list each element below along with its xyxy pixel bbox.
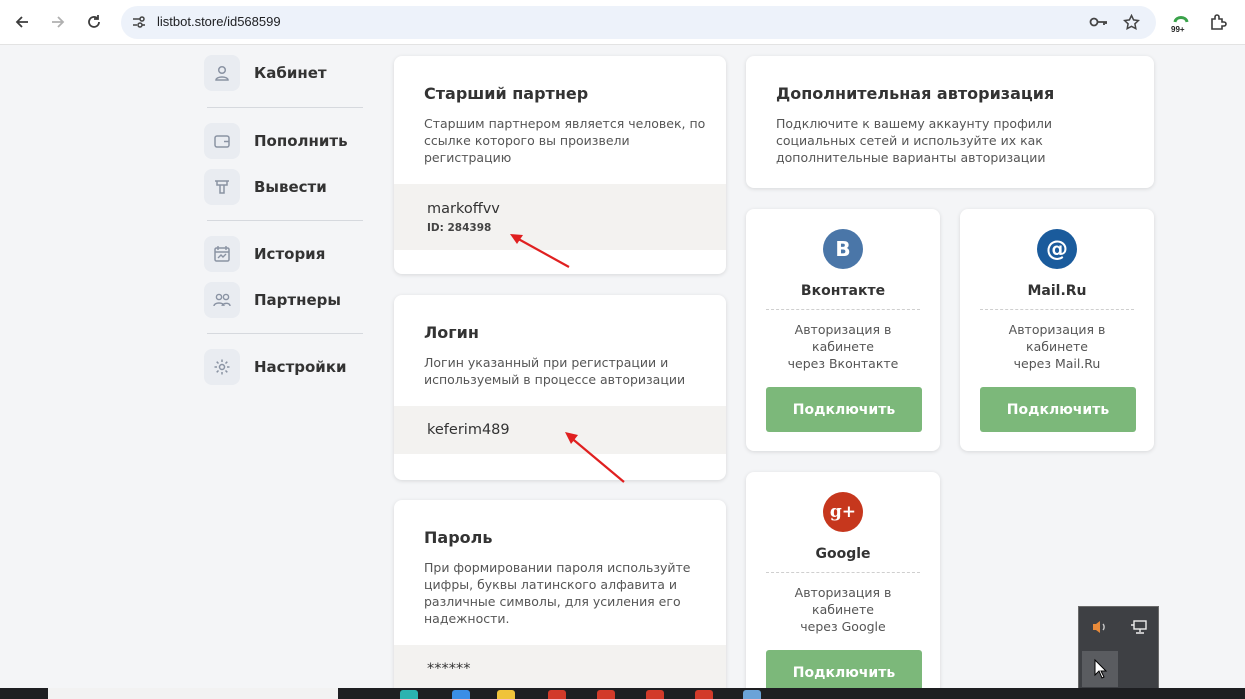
sidebar-item-label: Партнеры: [254, 291, 341, 309]
extension-button[interactable]: 99+: [1169, 12, 1193, 38]
taskbar-app-icon[interactable]: [548, 690, 566, 699]
social-description: Авторизация в кабинете через Google: [794, 585, 892, 634]
sidebar-item-label: Кабинет: [254, 64, 327, 82]
wallet-icon: [204, 123, 240, 159]
google-plus-logo-icon: g+: [823, 492, 863, 532]
tray-app-icon[interactable]: [1082, 651, 1118, 687]
bookmark-star-icon[interactable]: [1123, 14, 1140, 31]
sidebar-item-label: История: [254, 245, 326, 263]
vk-auth-card: B Вконтакте Авторизация в кабинете через В…: [746, 209, 940, 451]
gear-icon: [204, 349, 240, 385]
extension-badge-count: 99+: [1171, 25, 1185, 34]
separator: [766, 309, 920, 310]
card-title: Дополнительная авторизация: [776, 84, 1055, 103]
taskbar-search-box[interactable]: [48, 688, 338, 699]
separator: [766, 572, 920, 573]
reload-icon: [88, 15, 100, 28]
forward-button[interactable]: [47, 11, 69, 33]
back-button[interactable]: [11, 11, 33, 33]
taskbar-app-icon[interactable]: [646, 690, 664, 699]
network-icon[interactable]: [1121, 609, 1157, 645]
sidebar-divider: [207, 220, 363, 221]
arrow-left-icon: [15, 16, 28, 28]
browser-toolbar: listbot.store/id568599 99+: [0, 0, 1245, 45]
card-description: Логин указанный при регистрации и исполь…: [424, 355, 686, 387]
password-card: Пароль При формировании пароля используй…: [394, 500, 726, 699]
annotation-arrow: [510, 234, 570, 268]
social-name: Mail.Ru: [1027, 283, 1087, 299]
user-icon: [204, 55, 240, 91]
connect-mailru-button[interactable]: Подключить: [980, 387, 1136, 432]
taskbar-app-icon[interactable]: [452, 690, 470, 699]
card-title: Старший партнер: [424, 84, 589, 103]
social-name: Вконтакте: [800, 283, 886, 299]
site-settings-icon: [133, 16, 145, 28]
taskbar-app-icon[interactable]: [497, 690, 515, 699]
card-description: При формировании пароля используйте цифр…: [424, 560, 691, 626]
volume-icon[interactable]: [1082, 609, 1118, 645]
sidebar: Кабинет Пополнить Вывести История Партне…: [0, 45, 380, 699]
taskbar-app-icon[interactable]: [400, 690, 418, 699]
partner-id: ID: 284398: [427, 222, 492, 234]
sidebar-item-label: Вывести: [254, 178, 327, 196]
card-title: Логин: [424, 323, 479, 342]
login-value: keferim489: [427, 422, 510, 438]
taskbar-app-icon[interactable]: [743, 690, 761, 699]
card-description: Старшим партнером является человек, по с…: [424, 116, 706, 165]
address-bar[interactable]: listbot.store/id568599: [121, 6, 1156, 39]
taskbar: [0, 688, 1245, 699]
sidebar-item-cabinet[interactable]: Кабинет: [204, 55, 374, 91]
card-title: Пароль: [424, 528, 493, 547]
mailru-auth-card: @ Mail.Ru Авторизация в кабинете через Mai…: [960, 209, 1154, 451]
taskbar-app-icon[interactable]: [597, 690, 615, 699]
extensions-menu-button[interactable]: [1207, 11, 1229, 33]
extra-auth-card: Дополнительная авторизация Подключите к …: [746, 56, 1154, 188]
mailru-logo-icon: @: [1037, 229, 1077, 269]
puzzle-icon: [1211, 14, 1227, 30]
social-description: Авторизация в кабинете через Вконтакте: [787, 322, 899, 371]
partners-icon: [204, 282, 240, 318]
google-auth-card: g+ Google Авторизация в кабинете через Goo…: [746, 472, 940, 699]
reload-button[interactable]: [83, 11, 105, 33]
sidebar-item-partners[interactable]: Партнеры: [204, 282, 374, 318]
sidebar-item-withdraw[interactable]: Вывести: [204, 169, 374, 205]
password-value: ******: [427, 661, 471, 677]
calendar-chart-icon: [204, 236, 240, 272]
sidebar-item-history[interactable]: История: [204, 236, 374, 272]
sidebar-item-label: Пополнить: [254, 132, 348, 150]
social-description: Авторизация в кабинете через Mail.Ru: [1008, 322, 1106, 371]
withdraw-icon: [204, 169, 240, 205]
system-tray-popup: [1078, 606, 1159, 690]
sidebar-item-settings[interactable]: Настройки: [204, 349, 374, 385]
extension-logo-icon: [1173, 16, 1189, 23]
sidebar-divider: [207, 333, 363, 334]
url-text: listbot.store/id568599: [157, 14, 281, 29]
sidebar-divider: [207, 107, 363, 108]
arrow-right-icon: [52, 16, 65, 28]
separator: [980, 309, 1134, 310]
annotation-arrow: [565, 432, 625, 483]
sidebar-item-deposit[interactable]: Пополнить: [204, 123, 374, 159]
card-description: Подключите к вашему аккаунту профили соц…: [776, 116, 1053, 165]
partner-name: markoffvv: [427, 201, 500, 217]
key-icon[interactable]: [1089, 15, 1109, 29]
social-name: Google: [815, 546, 871, 562]
vk-logo-icon: B: [823, 229, 863, 269]
connect-vk-button[interactable]: Подключить: [766, 387, 922, 432]
taskbar-app-icon[interactable]: [695, 690, 713, 699]
sidebar-item-label: Настройки: [254, 358, 347, 376]
